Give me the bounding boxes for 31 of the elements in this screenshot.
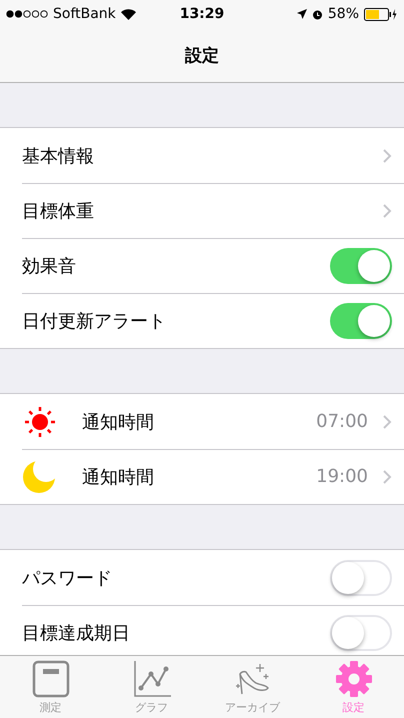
battery-percent: 58% (328, 6, 359, 22)
settings-icon (334, 660, 372, 698)
time-value: 07:00 (316, 411, 368, 432)
scale-icon (32, 660, 70, 698)
battery-icon (364, 8, 398, 20)
settings-item[interactable]: 通知時間 (82, 464, 316, 488)
time-value: 19:00 (316, 466, 368, 487)
status-time: 13:29 (180, 6, 224, 22)
settings-label: 効果音 (22, 254, 77, 278)
settings-item[interactable]: 通知時間 (82, 410, 316, 434)
settings-item[interactable]: 基本情報 (22, 144, 382, 168)
alarm-icon (312, 8, 323, 20)
chevron-icon (382, 202, 392, 218)
settings-label: 日付更新アラート (22, 310, 167, 332)
toggle-switch[interactable] (330, 614, 392, 650)
location-icon (296, 9, 307, 19)
chevron-icon (382, 468, 392, 484)
signal-icon (6, 10, 48, 18)
nav-title: 設定 (185, 44, 219, 66)
moon-icon (22, 460, 56, 494)
toggle-switch[interactable] (330, 302, 392, 338)
chevron-icon (382, 414, 392, 430)
chevron-icon (382, 148, 392, 164)
settings-label: パスワード (22, 566, 113, 590)
wifi-icon (120, 8, 136, 20)
settings-label: 目標達成期日 (22, 622, 131, 644)
toggle-switch[interactable] (330, 560, 392, 596)
toggle-switch[interactable] (330, 248, 392, 284)
graph-icon (132, 660, 170, 698)
carrier-name: SoftBank (53, 6, 116, 22)
settings-item[interactable]: 目標体重 (22, 198, 382, 222)
